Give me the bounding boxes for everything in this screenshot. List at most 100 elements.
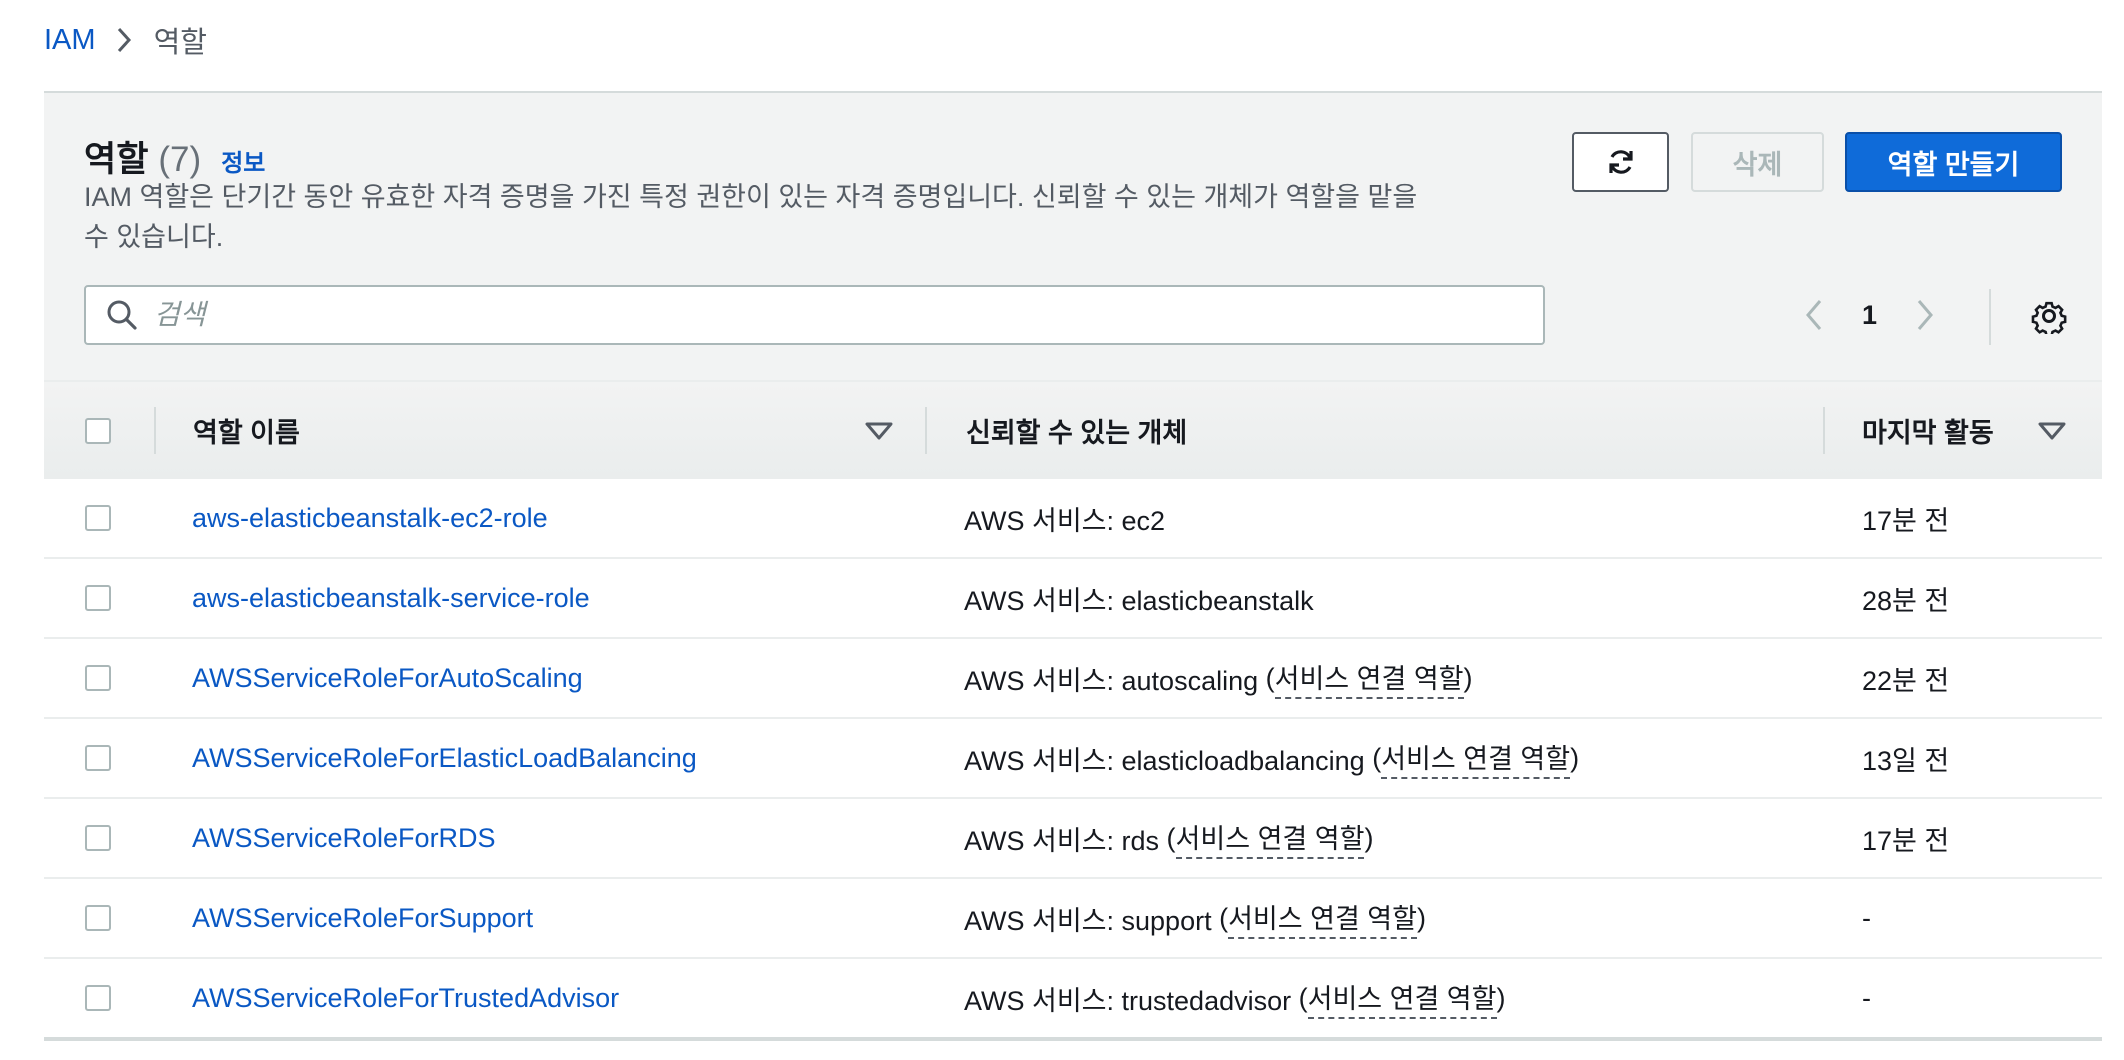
table-row: AWSServiceRoleForElasticLoadBalancing AWS… — [44, 719, 2102, 799]
last-activity: 13일 전 — [1862, 745, 1950, 776]
row-checkbox[interactable] — [85, 905, 111, 931]
select-all-checkbox[interactable] — [85, 417, 111, 444]
search-icon — [106, 299, 138, 331]
chevron-right-icon — [116, 26, 132, 54]
last-activity: - — [1862, 902, 1871, 933]
trusted-entity-text: AWS 서비스: elasticloadbalancing — [964, 745, 1373, 776]
last-activity: 17분 전 — [1862, 825, 1950, 856]
page-description: IAM 역할은 단기간 동안 유효한 자격 증명을 가진 특정 권한이 있는 자… — [84, 182, 1418, 252]
trusted-entity: AWS 서비스: elasticbeanstalk — [964, 559, 1314, 637]
column-header-trusted-entities[interactable]: 신뢰할 수 있는 개체 — [966, 382, 1187, 479]
paren-open: ( — [1219, 902, 1229, 933]
role-name-link[interactable]: aws-elasticbeanstalk-ec2-role — [192, 479, 548, 557]
row-checkbox-cell — [85, 799, 111, 877]
chevron-right-icon[interactable] — [1915, 298, 1935, 332]
service-linked-role-tooltip[interactable]: 서비스 연결 역할 — [1274, 657, 1464, 699]
service-linked-role-tooltip[interactable]: 서비스 연결 역할 — [1381, 737, 1571, 779]
trusted-entity-text: AWS 서비스: autoscaling — [964, 665, 1266, 696]
role-name-link[interactable]: AWSServiceRoleForAutoScaling — [192, 639, 583, 717]
row-checkbox-cell — [85, 879, 111, 957]
table-header-area: 역할 (7) 정보 IAM 역할은 단기간 동안 유효한 자격 증명을 가진 특… — [44, 93, 2102, 380]
breadcrumb: IAM 역할 — [44, 20, 207, 60]
search-box — [84, 285, 1545, 345]
role-name-link[interactable]: aws-elasticbeanstalk-service-role — [192, 559, 590, 637]
trusted-entity: AWS 서비스: autoscaling (서비스 연결 역할) — [964, 639, 1473, 717]
page-number[interactable]: 1 — [1862, 300, 1877, 331]
trusted-entity-text: AWS 서비스: trustedadvisor — [964, 985, 1299, 1016]
role-count: (7) — [158, 140, 202, 179]
trusted-entity: AWS 서비스: support (서비스 연결 역할) — [964, 879, 1426, 957]
page-title: 역할 — [84, 140, 149, 179]
sort-down-icon[interactable] — [864, 382, 894, 479]
delete-button[interactable]: 삭제 — [1691, 132, 1824, 192]
table-row: AWSServiceRoleForTrustedAdvisor AWS 서비스: … — [44, 959, 2102, 1041]
column-header-role-name[interactable]: 역할 이름 — [193, 382, 300, 479]
paren-close: ) — [1496, 982, 1506, 1013]
trusted-entity: AWS 서비스: rds (서비스 연결 역할) — [964, 799, 1373, 877]
role-name-link[interactable]: AWSServiceRoleForSupport — [192, 879, 533, 957]
search-input[interactable] — [152, 298, 1536, 332]
trusted-entity-text: AWS 서비스: elasticbeanstalk — [964, 585, 1314, 616]
row-checkbox-cell — [85, 639, 111, 717]
last-activity: 22분 전 — [1862, 665, 1950, 696]
gear-icon[interactable] — [2031, 298, 2067, 334]
paren-open: ( — [1166, 822, 1176, 853]
table-column-headers: 역할 이름 신뢰할 수 있는 개체 마지막 활동 — [44, 380, 2102, 479]
breadcrumb-current: 역할 — [153, 27, 207, 59]
row-checkbox-cell — [85, 479, 111, 557]
trusted-entity: AWS 서비스: elasticloadbalancing (서비스 연결 역할… — [964, 719, 1579, 797]
role-name-link[interactable]: AWSServiceRoleForElasticLoadBalancing — [192, 719, 697, 797]
title-row: 역할 (7) 정보 — [84, 131, 265, 182]
chevron-left-icon[interactable] — [1804, 298, 1824, 332]
row-checkbox[interactable] — [85, 745, 111, 771]
paren-close: ) — [1364, 822, 1374, 853]
table-row: aws-elasticbeanstalk-service-role AWS 서비스… — [44, 559, 2102, 639]
breadcrumb-iam-link[interactable]: IAM — [44, 24, 96, 57]
row-checkbox-cell — [85, 959, 111, 1037]
row-checkbox[interactable] — [85, 585, 111, 611]
refresh-icon — [1606, 147, 1636, 177]
paren-open: ( — [1372, 742, 1382, 773]
table-row: AWSServiceRoleForSupport AWS 서비스: support… — [44, 879, 2102, 959]
pagination-divider — [1989, 289, 1991, 345]
refresh-button[interactable] — [1572, 132, 1669, 192]
service-linked-role-tooltip[interactable]: 서비스 연결 역할 — [1228, 897, 1417, 939]
roles-table-container: 역할 (7) 정보 IAM 역할은 단기간 동안 유효한 자격 증명을 가진 특… — [44, 91, 2102, 1042]
row-checkbox[interactable] — [85, 665, 111, 691]
table-row: aws-elasticbeanstalk-ec2-role AWS 서비스: ec… — [44, 479, 2102, 559]
trusted-entity: AWS 서비스: trustedadvisor (서비스 연결 역할) — [964, 959, 1506, 1037]
paren-open: ( — [1298, 982, 1308, 1013]
trusted-entity-text: AWS 서비스: rds — [964, 825, 1167, 856]
paren-open: ( — [1265, 662, 1275, 693]
table-row: AWSServiceRoleForAutoScaling AWS 서비스: aut… — [44, 639, 2102, 719]
select-all-checkbox-cell — [85, 382, 111, 479]
trusted-entity-text: AWS 서비스: ec2 — [964, 505, 1166, 536]
row-checkbox-cell — [85, 559, 111, 637]
paren-close: ) — [1463, 662, 1473, 693]
last-activity: 28분 전 — [1862, 585, 1950, 616]
table-body: aws-elasticbeanstalk-ec2-role AWS 서비스: ec… — [44, 479, 2102, 1041]
paren-close: ) — [1416, 902, 1426, 933]
sort-down-icon[interactable] — [2037, 382, 2067, 479]
role-name-link[interactable]: AWSServiceRoleForTrustedAdvisor — [192, 959, 619, 1037]
row-checkbox[interactable] — [85, 825, 111, 851]
last-activity: - — [1862, 982, 1871, 1013]
row-checkbox[interactable] — [85, 985, 111, 1011]
role-name-link[interactable]: AWSServiceRoleForRDS — [192, 799, 496, 877]
paren-close: ) — [1570, 742, 1580, 773]
row-checkbox[interactable] — [85, 505, 111, 531]
pagination: 1 — [1804, 285, 1935, 345]
trusted-entity-text: AWS 서비스: support — [964, 905, 1220, 936]
service-linked-role-tooltip[interactable]: 서비스 연결 역할 — [1175, 817, 1365, 859]
service-linked-role-tooltip[interactable]: 서비스 연결 역할 — [1307, 977, 1497, 1019]
create-role-button[interactable]: 역할 만들기 — [1845, 132, 2062, 192]
last-activity: 17분 전 — [1862, 505, 1950, 536]
column-divider — [1823, 407, 1825, 454]
table-row: AWSServiceRoleForRDS AWS 서비스: rds (서비스 연결… — [44, 799, 2102, 879]
column-header-last-activity[interactable]: 마지막 활동 — [1862, 382, 1994, 479]
info-link[interactable]: 정보 — [221, 143, 265, 178]
trusted-entity: AWS 서비스: ec2 — [964, 479, 1165, 557]
column-divider — [925, 407, 927, 454]
column-divider — [154, 407, 156, 454]
row-checkbox-cell — [85, 719, 111, 797]
